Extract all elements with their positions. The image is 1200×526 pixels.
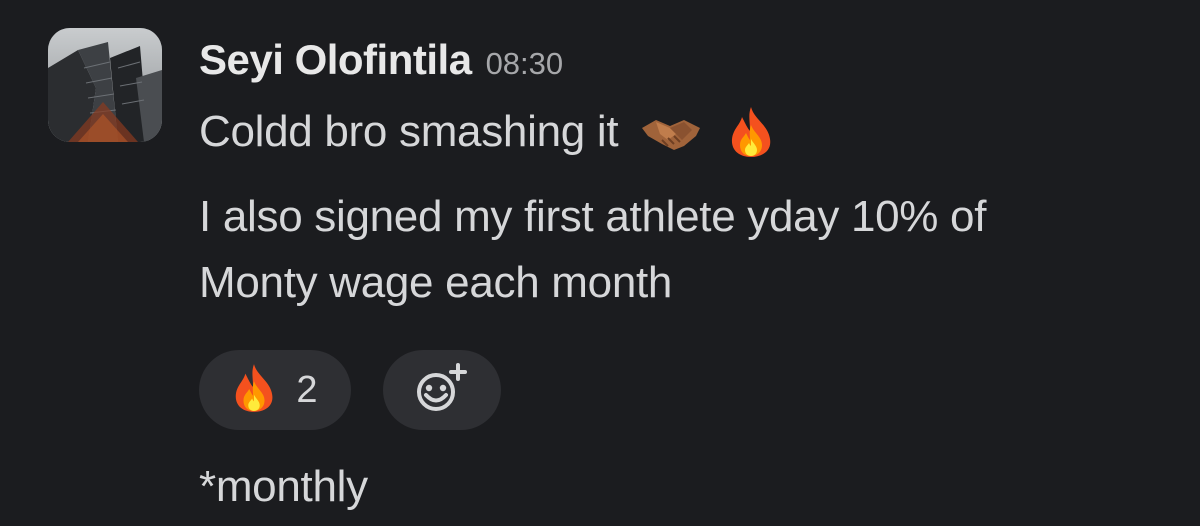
chat-message: Seyi Olofintila 08:30 Coldd bro smashing… — [0, 0, 1200, 526]
message-line-1: Coldd bro smashing it — [199, 105, 774, 159]
reaction-fire[interactable]: 2 — [199, 350, 351, 430]
followup-message: *monthly — [199, 462, 368, 511]
reactions-bar: 2 — [199, 350, 501, 430]
message-line-2: I also signed my first athlete yday 10% … — [199, 192, 987, 241]
avatar-image — [48, 28, 162, 142]
handshake-emoji — [640, 110, 702, 154]
author-name[interactable]: Seyi Olofintila — [199, 36, 472, 84]
timestamp[interactable]: 08:30 — [486, 46, 564, 82]
reaction-count: 2 — [296, 368, 318, 411]
message-text: Coldd bro smashing it — [199, 107, 619, 156]
message-header: Seyi Olofintila 08:30 — [199, 36, 563, 84]
avatar[interactable] — [48, 28, 162, 142]
fire-emoji — [728, 105, 774, 159]
message-line-3: Monty wage each month — [199, 258, 673, 307]
add-reaction-icon — [414, 362, 470, 419]
fire-emoji — [232, 362, 276, 419]
add-reaction-button[interactable] — [383, 350, 501, 430]
